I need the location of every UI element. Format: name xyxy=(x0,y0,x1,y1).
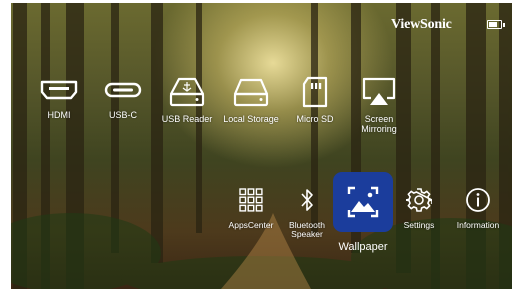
app-appscenter[interactable]: AppsCenter xyxy=(223,187,279,230)
screen-mirroring-icon xyxy=(362,77,396,105)
bluetooth-icon xyxy=(301,189,313,211)
wallpaper-label: Wallpaper xyxy=(338,241,388,253)
source-label: Screen Mirroring xyxy=(361,114,397,134)
app-label: Bluetooth Speaker xyxy=(289,220,325,239)
home-screen: ViewSonic HDMI USB-C USB Reader Local St… xyxy=(11,3,512,289)
brand-logo: ViewSonic xyxy=(391,17,452,32)
gear-icon xyxy=(406,188,432,212)
hard-drive-icon xyxy=(233,78,269,107)
info-icon xyxy=(466,188,490,212)
source-label: Local Storage xyxy=(223,114,279,124)
app-label: Settings xyxy=(403,220,435,230)
source-label: USB-C xyxy=(108,110,137,120)
source-micro-sd[interactable]: Micro SD xyxy=(279,76,351,124)
app-bluetooth-speaker[interactable]: Bluetooth Speaker xyxy=(283,187,331,239)
wallpaper-icon xyxy=(347,186,379,218)
source-usb-c[interactable]: USB-C xyxy=(87,76,159,120)
sd-card-icon xyxy=(302,76,328,108)
app-label: AppsCenter xyxy=(228,220,274,230)
source-label: USB Reader xyxy=(161,114,213,124)
source-local-storage[interactable]: Local Storage xyxy=(215,76,287,124)
wallpaper-tile[interactable] xyxy=(333,172,393,232)
app-label: Information xyxy=(456,220,500,230)
usb-drive-icon xyxy=(169,77,205,107)
source-hdmi[interactable]: HDMI xyxy=(23,76,95,120)
source-label: Micro SD xyxy=(296,114,334,124)
source-label: HDMI xyxy=(47,110,71,120)
battery-icon xyxy=(487,20,505,29)
source-screen-mirroring[interactable]: Screen Mirroring xyxy=(343,76,415,134)
battery-level xyxy=(489,22,497,27)
apps-grid-icon xyxy=(239,188,263,212)
app-settings[interactable]: Settings xyxy=(395,187,443,230)
app-information[interactable]: Information xyxy=(451,187,505,230)
usb-c-port-icon xyxy=(104,82,142,98)
forest-background xyxy=(11,3,512,289)
source-usb-reader[interactable]: USB Reader xyxy=(151,76,223,124)
hdmi-port-icon xyxy=(40,80,78,100)
